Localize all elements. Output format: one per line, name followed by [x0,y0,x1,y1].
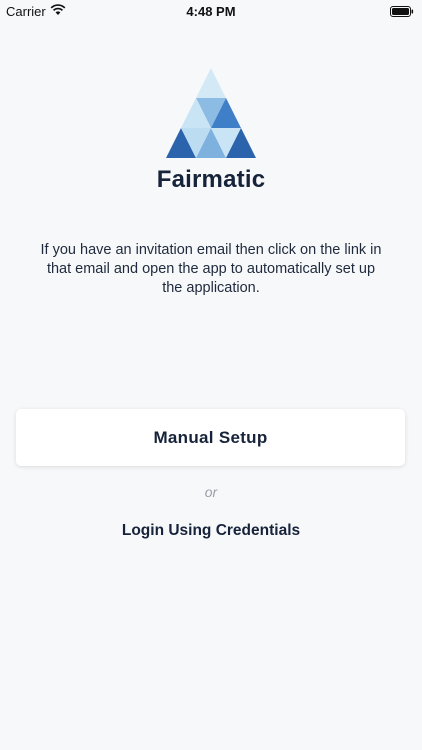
status-bar: Carrier 4:48 PM [0,0,422,22]
invitation-description: If you have an invitation email then cli… [40,242,382,296]
battery-icon [390,5,414,17]
login-credentials-button[interactable]: Login Using Credentials [0,522,422,540]
fairmatic-logo-icon [159,68,263,158]
manual-setup-button[interactable]: Manual Setup [16,409,405,466]
or-separator: or [204,484,218,500]
status-time: 4:48 PM [186,4,236,19]
manual-setup-label: Manual Setup [153,427,268,447]
app-title: Fairmatic [156,166,266,193]
